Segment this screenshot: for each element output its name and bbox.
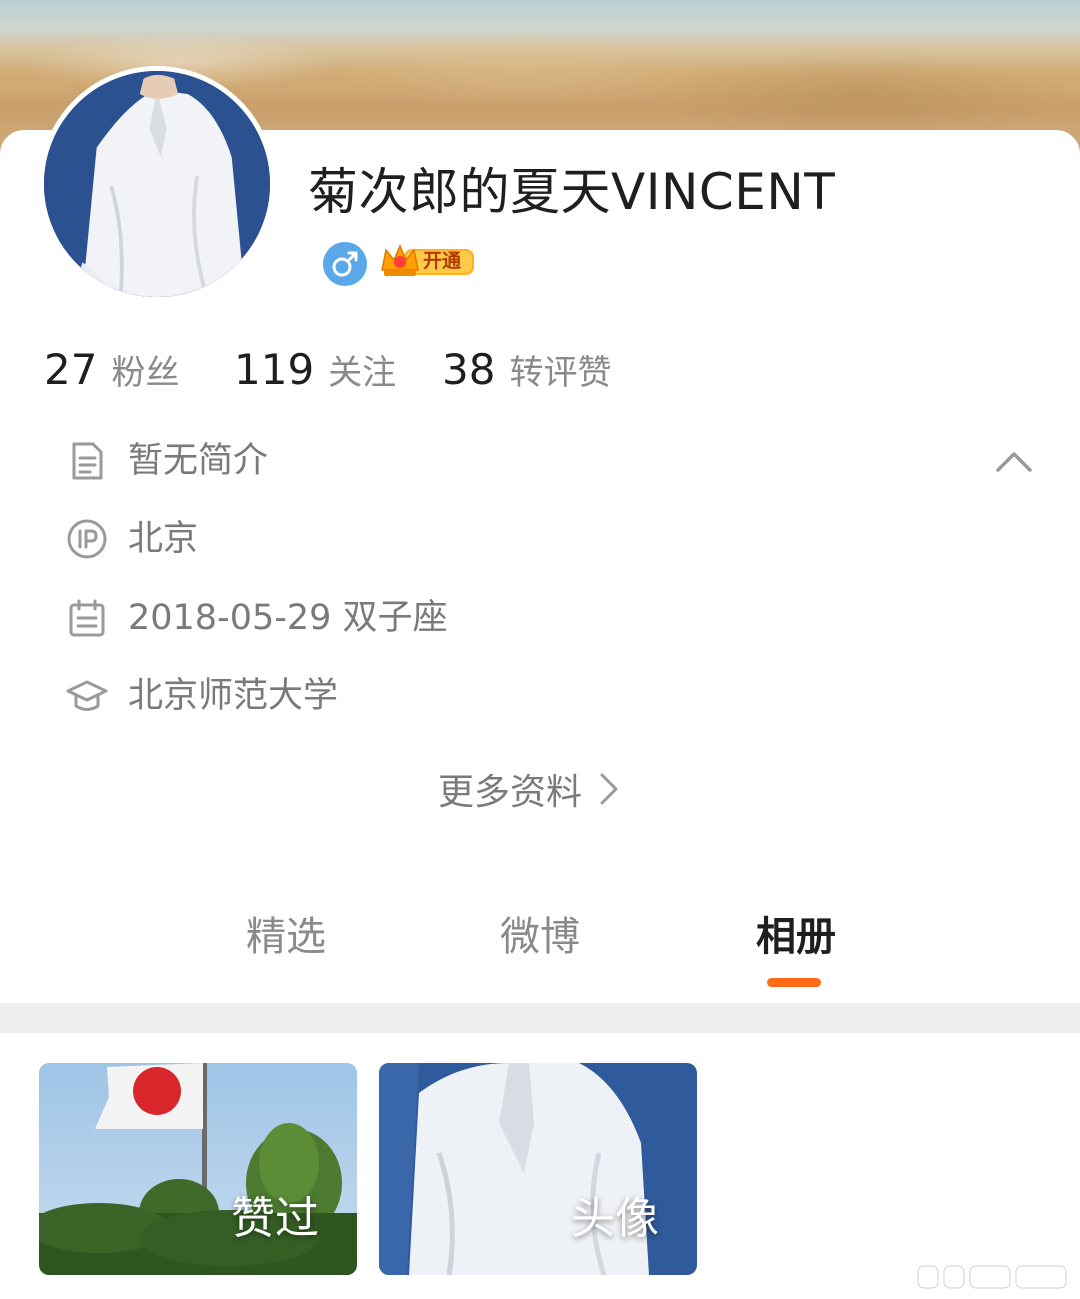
more-profile-link[interactable]: 更多资料 [438, 764, 622, 814]
followers-count: 27 [44, 345, 98, 394]
info-ip-row: 北京 [66, 514, 198, 564]
avatar[interactable] [39, 66, 275, 302]
avatar-image [44, 71, 270, 297]
ip-location-text: 北京 [128, 519, 199, 559]
bio-text: 暂无简介 [128, 441, 269, 481]
info-bio-row: 暂无简介 [66, 436, 268, 486]
school-text: 北京师范大学 [128, 676, 339, 716]
birthday-text: 2018-05-29 双子座 [128, 598, 448, 638]
album-avatar-tile[interactable]: 头像 [379, 1063, 697, 1275]
vip-open-label[interactable]: 开通 [423, 248, 461, 274]
ip-location-icon [67, 519, 107, 559]
interactions-label: 转评赞 [509, 353, 612, 393]
album-liked-label: 赞过 [231, 1193, 319, 1244]
stat-following[interactable]: 119 关注 [234, 342, 396, 401]
active-tab-indicator [767, 978, 821, 987]
male-gender-icon [323, 242, 367, 286]
graduation-cap-icon [66, 680, 108, 711]
interactions-count: 38 [442, 345, 496, 394]
following-label: 关注 [328, 353, 397, 393]
tab-featured[interactable]: 精选 [246, 910, 326, 964]
document-icon [72, 442, 103, 480]
tab-weibo[interactable]: 微博 [500, 910, 580, 964]
info-school-row: 北京师范大学 [66, 671, 338, 721]
section-divider [0, 1003, 1080, 1033]
chevron-up-icon[interactable] [994, 444, 1034, 480]
followers-label: 粉丝 [111, 353, 180, 393]
more-profile-label: 更多资料 [438, 772, 583, 813]
calendar-icon [69, 599, 105, 637]
stat-followers[interactable]: 27 粉丝 [44, 342, 179, 401]
stat-interactions[interactable]: 38 转评赞 [442, 342, 611, 401]
info-birthday-row: 2018-05-29 双子座 [66, 593, 448, 643]
album-liked-tile[interactable]: 赞过 [39, 1063, 357, 1275]
album-avatar-label: 头像 [571, 1193, 659, 1244]
tab-album[interactable]: 相册 [756, 910, 836, 964]
watermark-logo [914, 1258, 1074, 1294]
profile-name: 菊次郎的夏天VINCENT [308, 163, 836, 221]
following-count: 119 [234, 345, 315, 394]
chevron-right-icon [600, 773, 618, 805]
